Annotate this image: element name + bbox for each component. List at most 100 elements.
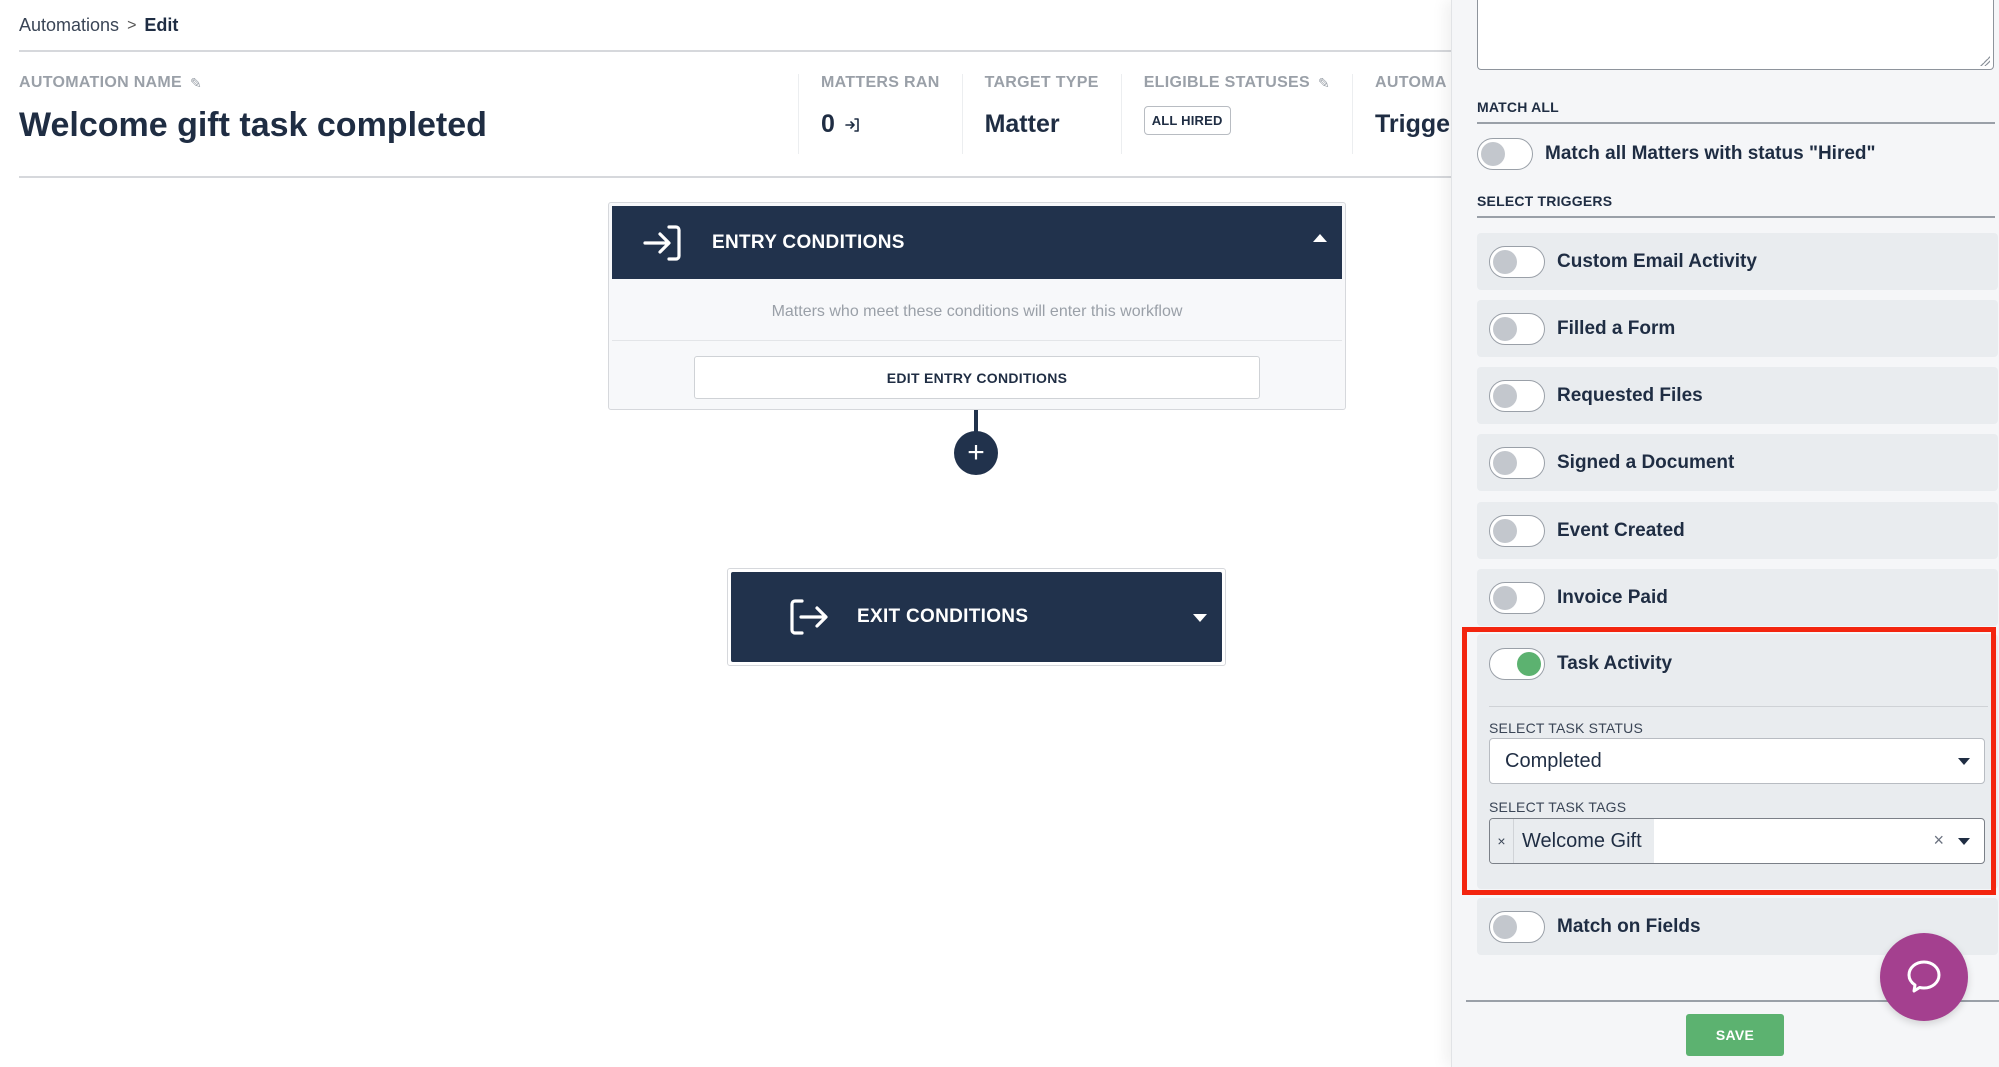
status-badge: ALL HIRED [1143, 106, 1231, 135]
toggle-knob [1493, 383, 1517, 408]
stat-label: TARGET TYPE [984, 74, 1099, 91]
task-activity-trigger: Task Activity SELECT TASK STATUS Complet… [1477, 634, 1998, 889]
caret-down-icon [1958, 758, 1970, 765]
toggle-knob [1517, 652, 1541, 676]
entry-conditions-header[interactable]: ENTRY CONDITIONS [612, 206, 1342, 279]
edit-entry-conditions-button[interactable]: EDIT ENTRY CONDITIONS [694, 356, 1260, 399]
automation-name-label-text: AUTOMATION NAME [19, 74, 183, 91]
stat-value: 0 [821, 110, 835, 138]
toggle-knob [1493, 249, 1517, 274]
toggle-knob [1493, 914, 1517, 939]
stat-label: ELIGIBLE STATUSES ✎ [1144, 74, 1330, 92]
breadcrumb-current: Edit [144, 15, 179, 35]
add-step-button[interactable]: + [954, 431, 998, 475]
trigger-toggle-signed-a-document[interactable] [1489, 446, 1545, 479]
trigger-row: Requested Files [1477, 367, 1998, 424]
trigger-label: Filled a Form [1557, 317, 1676, 339]
resize-handle-icon[interactable] [1980, 56, 1990, 66]
breadcrumb-automations-link[interactable]: Automations [19, 15, 119, 36]
toggle-knob [1493, 316, 1517, 341]
task-activity-row: Task Activity [1489, 648, 1672, 680]
exit-conditions-title: EXIT CONDITIONS [857, 606, 1029, 627]
trigger-settings-panel: MATCH ALL Match all Matters with status … [1451, 0, 1999, 1067]
caret-down-icon[interactable] [1193, 614, 1207, 622]
match-all-row: Match all Matters with status "Hired" [1477, 138, 1876, 170]
stat-eligible-statuses: ELIGIBLE STATUSES ✎ ALL HIRED [1120, 74, 1352, 154]
save-button[interactable]: SAVE [1686, 1014, 1784, 1056]
stat-automation-type: AUTOMA Trigge [1352, 74, 1451, 154]
task-status-select[interactable]: Completed [1489, 738, 1985, 784]
task-tags-label: SELECT TASK TAGS [1489, 799, 1627, 815]
task-status-value: Completed [1505, 749, 1602, 772]
trigger-row: Custom Email Activity [1477, 233, 1998, 290]
divider [1477, 122, 1995, 124]
toggle-knob [1481, 142, 1505, 166]
remove-tag-icon[interactable]: × [1490, 819, 1514, 863]
automation-title: Welcome gift task completed [19, 106, 487, 144]
trigger-label: Event Created [1557, 519, 1685, 541]
tag-chip: × Welcome Gift [1490, 819, 1654, 863]
clear-icon[interactable]: × [1933, 830, 1944, 851]
trigger-toggle-match-on-fields[interactable] [1489, 910, 1545, 943]
entry-conditions-title: ENTRY CONDITIONS [712, 231, 905, 253]
automation-editor: Automations > Edit AUTOMATION NAME ✎ Wel… [0, 0, 1451, 1067]
trigger-row: Signed a Document [1477, 434, 1998, 491]
divider [19, 50, 1451, 52]
description-textarea[interactable] [1477, 0, 1994, 70]
automation-name-label: AUTOMATION NAME ✎ [19, 74, 487, 92]
select-triggers-label: SELECT TRIGGERS [1477, 193, 1613, 209]
tag-label: Welcome Gift [1522, 829, 1642, 852]
sign-out-icon [790, 599, 828, 635]
trigger-label: Task Activity [1557, 653, 1673, 674]
stat-matters-ran: MATTERS RAN 0 [798, 74, 962, 154]
stat-value: Trigge [1375, 110, 1451, 138]
trigger-toggle-filled-a-form[interactable] [1489, 312, 1545, 345]
toggle-knob [1493, 585, 1517, 610]
task-tags-select[interactable]: × Welcome Gift × [1489, 818, 1985, 864]
enter-icon[interactable] [845, 117, 861, 133]
stat-value: Matter [984, 110, 1060, 138]
exit-conditions-header[interactable]: EXIT CONDITIONS [731, 572, 1222, 662]
exit-conditions-card: EXIT CONDITIONS [727, 568, 1226, 666]
match-all-label: MATCH ALL [1477, 99, 1559, 115]
stat-value-wrap: 0 [821, 110, 940, 139]
match-all-toggle[interactable] [1477, 138, 1533, 170]
trigger-toggle-invoice-paid[interactable] [1489, 581, 1545, 614]
match-all-toggle-label: Match all Matters with status "Hired" [1545, 143, 1876, 164]
sign-in-icon [643, 224, 681, 261]
trigger-toggle-requested-files[interactable] [1489, 379, 1545, 412]
stat-label: AUTOMA [1375, 74, 1447, 91]
trigger-toggle-custom-email-activity[interactable] [1489, 245, 1545, 278]
divider [612, 340, 1342, 341]
trigger-label: Requested Files [1557, 384, 1703, 406]
pencil-icon[interactable]: ✎ [1318, 75, 1330, 92]
pencil-icon[interactable]: ✎ [190, 75, 202, 92]
stats-bar: MATTERS RAN 0 TARGET TYPE Matter ELIGIBL… [798, 74, 1451, 154]
caret-down-icon[interactable] [1958, 838, 1970, 845]
trigger-row: Event Created [1477, 502, 1998, 559]
trigger-toggle-task-activity[interactable] [1489, 648, 1545, 680]
divider [19, 176, 1451, 178]
entry-conditions-description: Matters who meet these conditions will e… [771, 303, 1183, 320]
plus-icon: + [967, 436, 985, 469]
trigger-label: Signed a Document [1557, 451, 1735, 473]
trigger-row: Filled a Form [1477, 300, 1998, 357]
chat-bubble-icon [1907, 960, 1941, 993]
trigger-label: Match on Fields [1557, 915, 1701, 937]
stat-target-type: TARGET TYPE Matter [961, 74, 1121, 154]
toggle-knob [1493, 450, 1517, 475]
trigger-label: Invoice Paid [1557, 586, 1668, 608]
trigger-label: Custom Email Activity [1557, 250, 1757, 272]
task-status-label: SELECT TASK STATUS [1489, 720, 1644, 736]
trigger-row: Invoice Paid [1477, 569, 1998, 626]
chat-launcher-button[interactable] [1880, 933, 1968, 1021]
breadcrumb: Automations > Edit [19, 15, 178, 36]
trigger-toggle-event-created[interactable] [1489, 514, 1545, 547]
stat-label-text: ELIGIBLE STATUSES [1143, 74, 1310, 91]
entry-conditions-card: ENTRY CONDITIONS Matters who meet these … [608, 202, 1346, 410]
stat-label: MATTERS RAN [821, 74, 940, 91]
chevron-right-icon: > [127, 16, 137, 34]
caret-up-icon[interactable] [1313, 234, 1327, 242]
divider [1477, 216, 1995, 218]
divider [1489, 706, 1988, 707]
